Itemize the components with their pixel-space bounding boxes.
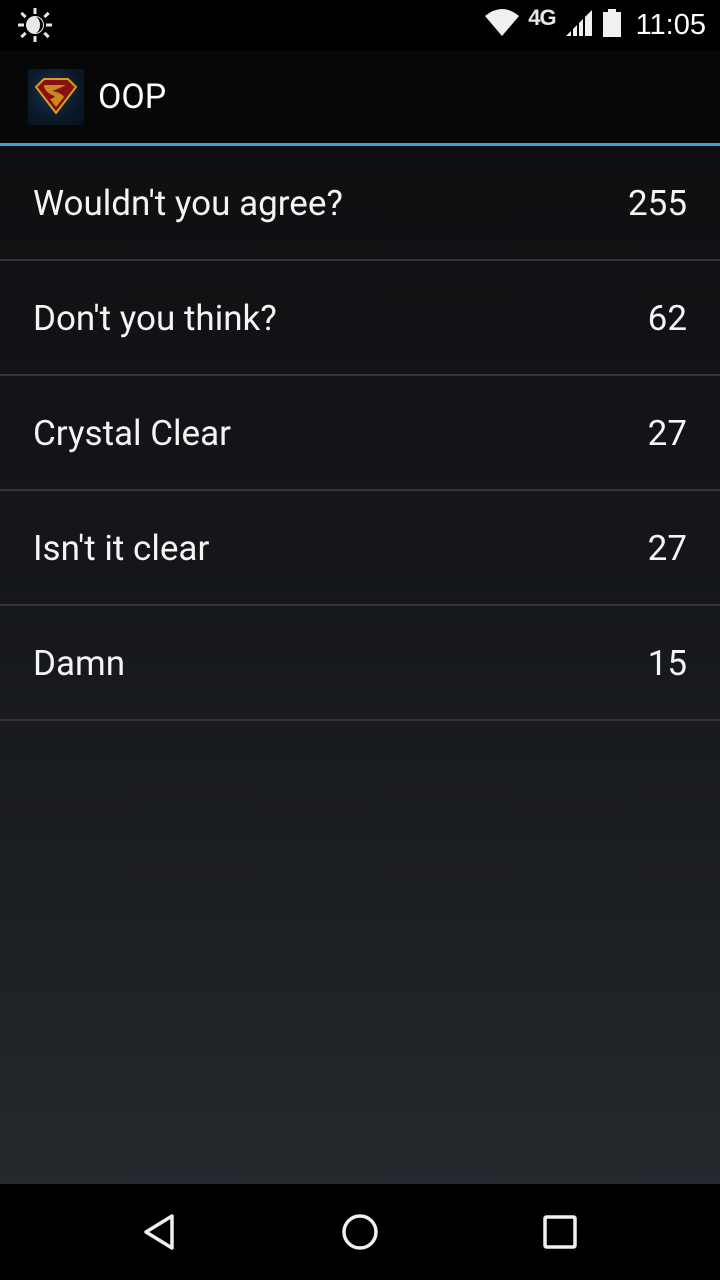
action-bar: OOP <box>0 50 720 146</box>
list-item-count: 27 <box>647 413 687 454</box>
list-item-count: 15 <box>647 643 687 684</box>
wifi-icon <box>484 8 520 42</box>
list-item-label: Wouldn't you agree? <box>33 183 343 224</box>
list-container: Wouldn't you agree? 255 Don't you think?… <box>0 146 720 1184</box>
list-item-label: Crystal Clear <box>33 413 232 454</box>
back-icon[interactable] <box>128 1200 192 1264</box>
list-item[interactable]: Don't you think? 62 <box>0 261 720 376</box>
superman-logo-icon[interactable] <box>28 69 84 125</box>
status-bar: 4G 11:05 <box>0 0 720 50</box>
network-type-label: 4G <box>528 5 556 30</box>
list-item[interactable]: Isn't it clear 27 <box>0 491 720 606</box>
brightness-icon <box>16 7 54 43</box>
list-item-count: 62 <box>647 298 687 339</box>
page-title: OOP <box>98 77 167 117</box>
clock: 11:05 <box>635 8 706 41</box>
list-item[interactable]: Wouldn't you agree? 255 <box>0 146 720 261</box>
list-item-label: Don't you think? <box>33 298 277 339</box>
list-item-count: 255 <box>627 183 687 224</box>
list-item-count: 27 <box>647 528 687 569</box>
list-item-label: Isn't it clear <box>33 528 210 569</box>
signal-icon <box>564 8 594 42</box>
list-item[interactable]: Damn 15 <box>0 606 720 721</box>
home-icon[interactable] <box>328 1200 392 1264</box>
battery-icon <box>602 8 622 42</box>
list-item[interactable]: Crystal Clear 27 <box>0 376 720 491</box>
list-item-label: Damn <box>33 643 126 684</box>
recents-icon[interactable] <box>528 1200 592 1264</box>
navigation-bar <box>0 1184 720 1280</box>
